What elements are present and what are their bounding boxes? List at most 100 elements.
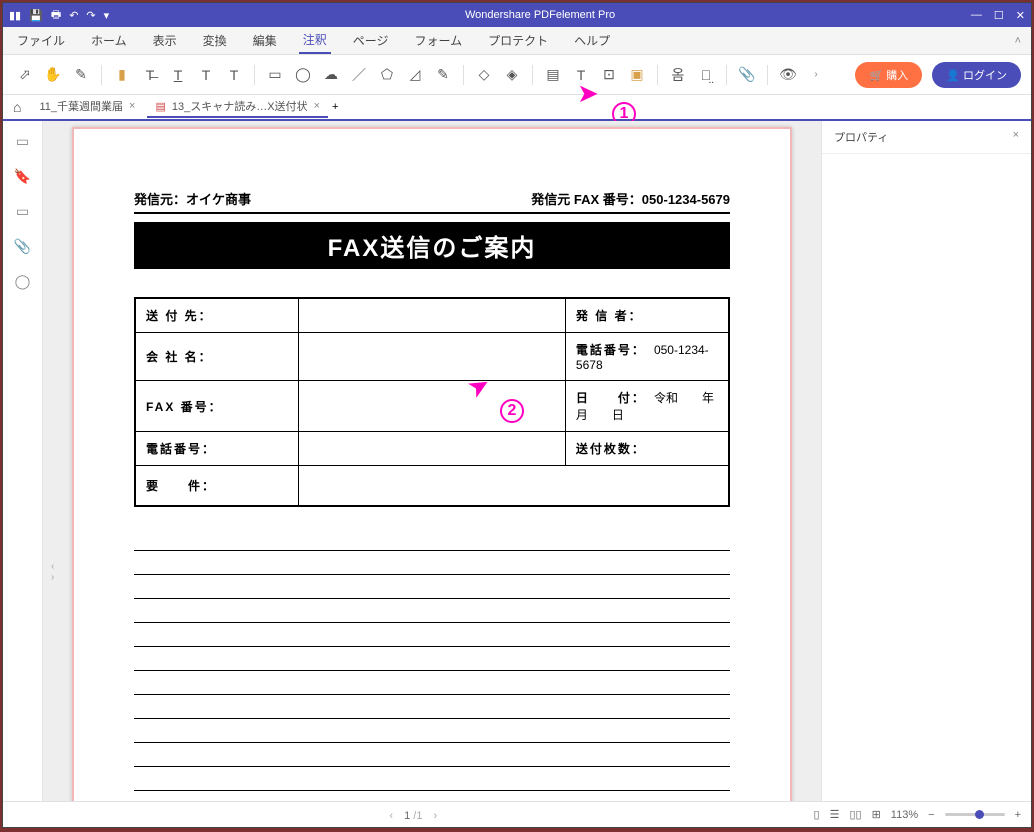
tab-document-2[interactable]: ▤ 13_スキャナ読み…X送付状 × [147,96,328,118]
zoom-in-icon[interactable]: + [1015,809,1021,821]
zoom-out-icon[interactable]: − [928,809,934,821]
cell-company-label: 会 社 名： [135,333,299,381]
menu-annotate[interactable]: 注釈 [299,27,331,54]
memo-line [134,623,730,647]
menu-protect[interactable]: プロテクト [484,28,552,53]
title-bar: ▮▮ 💾 🖶 ↶ ↷ ▾ Wondershare PDFelement Pro … [3,3,1031,27]
custom-stamp-tool-icon[interactable]: 옴̤ [694,63,718,87]
view-two-icon[interactable]: ▯▯ [849,808,861,821]
oval-shape-icon[interactable]: ◯ [291,63,315,87]
view-continuous-icon[interactable]: ☰ [830,808,840,821]
document-area: ‹› 発信元：オイケ商事 発信元 FAX 番号：050-1234-5679 FA… [43,121,821,801]
menu-file[interactable]: ファイル [13,28,69,53]
cell-company-value [299,333,566,381]
pencil-tool-icon[interactable]: ✎ [431,63,455,87]
menu-convert[interactable]: 変換 [199,28,231,53]
rectangle-shape-icon[interactable]: ▭ [263,63,287,87]
cell-phone-label: 電話番号： 050-1234-5678 [565,333,729,381]
connected-lines-icon[interactable]: ◿ [403,63,427,87]
caret-tool-icon[interactable]: T [222,63,246,87]
menu-page[interactable]: ページ [349,28,393,53]
menu-form[interactable]: フォーム [410,28,466,53]
fax-info-table: 送 付 先： 発 信 者： 会 社 名： 電話番号： 050-1234-5678… [134,297,730,507]
comments-icon[interactable]: ▭ [16,203,29,220]
minimize-icon[interactable]: — [971,9,982,22]
more-tools-icon[interactable]: › [804,63,828,87]
app-icon: ▮▮ [9,9,21,22]
tab-document-1[interactable]: 11_千葉週間業届 × [31,96,143,118]
pdf-page[interactable]: 発信元：オイケ商事 発信元 FAX 番号：050-1234-5679 FAX送信… [72,127,792,801]
zoom-level[interactable]: 113% [891,809,918,821]
hand-tool-icon[interactable]: ✋ [41,63,65,87]
home-tab-icon[interactable]: ⌂ [13,99,21,115]
menu-edit[interactable]: 編集 [249,28,281,53]
attachments-icon[interactable]: 📎 [14,238,31,255]
maximize-icon[interactable]: ☐ [994,9,1004,22]
view-single-icon[interactable]: ▯ [814,808,820,821]
print-icon[interactable]: 🖶 [51,6,61,25]
memo-line [134,647,730,671]
menu-view[interactable]: 表示 [149,28,181,53]
strikethrough-tool-icon[interactable]: T̶ [138,63,162,87]
panel-close-icon[interactable]: × [1013,129,1019,145]
left-sidebar: ▭ 🔖 ▭ 📎 ◯ [3,121,43,801]
undo-icon[interactable]: ↶ [69,9,78,22]
cell-pages-label: 送付枚数： [565,432,729,466]
memo-line [134,671,730,695]
login-button[interactable]: 👤 ログイン [932,62,1021,88]
memo-line [134,767,730,791]
memo-line [134,719,730,743]
memo-line [134,791,730,802]
select-tool-icon[interactable]: ⬀ [13,63,37,87]
collapse-ribbon-icon[interactable]: ˄ [1015,35,1021,47]
buy-button[interactable]: 🛒 購入 [855,62,922,88]
hide-annotations-icon[interactable]: 👁 [776,63,800,87]
fields-icon[interactable]: ◯ [15,273,31,290]
save-icon[interactable]: 💾 [29,9,43,22]
annotation-toolbar: ⬀ ✋ ✎ ▮ T̶ T T T ▭ ◯ ☁ ／ ⬠ ◿ ✎ ◇ ◈ ▤ T ⊡… [3,55,1031,95]
note-tool-icon[interactable]: ▤ [541,63,565,87]
memo-line [134,527,730,551]
typewriter-tool-icon[interactable]: T [569,63,593,87]
properties-panel: プロパティ × [821,121,1031,801]
window-title: Wondershare PDFelement Pro [109,9,971,21]
panel-title: プロパティ [834,129,888,145]
attachment-tool-icon[interactable]: 📎 [735,63,759,87]
memo-line [134,575,730,599]
new-tab-button[interactable]: + [332,101,338,113]
page-indicator[interactable]: ‹ 1 /1 › [13,807,814,823]
polygon-shape-icon[interactable]: ⬠ [375,63,399,87]
line-shape-icon[interactable]: ／ [347,63,371,87]
highlight-tool-icon[interactable]: ▮ [110,63,134,87]
doc-header: 発信元：オイケ商事 発信元 FAX 番号：050-1234-5679 [134,189,730,214]
cloud-shape-icon[interactable]: ☁ [319,63,343,87]
doc-banner: FAX送信のご案内 [134,222,730,269]
underline-tool-icon[interactable]: T [166,63,190,87]
close-icon[interactable]: ✕ [1016,9,1025,22]
cell-subject-label: 要 件： [135,466,299,506]
view-two-cont-icon[interactable]: ⊞ [872,808,881,821]
cell-recipient-value [299,298,566,333]
tab-close-icon[interactable]: × [129,100,135,112]
tab-close-icon[interactable]: × [314,100,320,112]
eraser2-tool-icon[interactable]: ◈ [500,63,524,87]
zoom-slider[interactable] [945,813,1005,816]
area-highlight-tool-icon[interactable]: ▣ [625,63,649,87]
edit-tool-icon[interactable]: ✎ [69,63,93,87]
stamp-tool-icon[interactable]: 옴 [666,63,690,87]
squiggly-tool-icon[interactable]: T [194,63,218,87]
thumbnails-icon[interactable]: ▭ [16,133,29,150]
textbox-tool-icon[interactable]: ⊡ [597,63,621,87]
memo-line [134,743,730,767]
memo-line [134,695,730,719]
bookmarks-icon[interactable]: 🔖 [14,168,31,185]
cell-fax-label: FAX 番号： [135,381,299,432]
status-bar: ‹ 1 /1 › ▯ ☰ ▯▯ ⊞ 113% − + [3,801,1031,827]
eraser-tool-icon[interactable]: ◇ [472,63,496,87]
menu-help[interactable]: ヘルプ [570,28,614,53]
cell-date-label: 日 付： 令和 年 月 日 [565,381,729,432]
menu-home[interactable]: ホーム [87,28,131,53]
sender-label: 発信元：オイケ商事 [134,189,251,208]
redo-icon[interactable]: ↷ [86,9,95,22]
scroll-hint: ‹› [51,561,54,583]
